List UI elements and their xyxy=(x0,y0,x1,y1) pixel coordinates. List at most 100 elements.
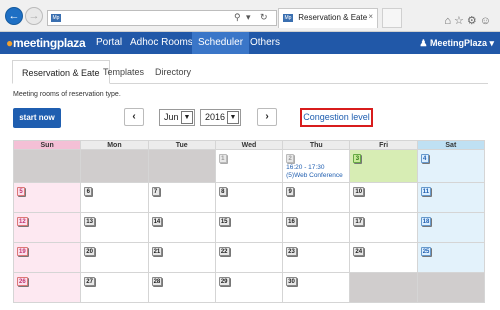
address-bar[interactable]: Mp ⚲ ▾ ↻ xyxy=(47,10,277,26)
day-number: 5 xyxy=(17,187,25,196)
close-tab-icon[interactable]: × xyxy=(368,12,373,21)
caret-down-icon: ▾ xyxy=(489,38,494,48)
tab-templates[interactable]: Templates xyxy=(94,60,153,84)
calendar-cell-empty xyxy=(147,149,216,183)
calendar-cell[interactable]: 20 xyxy=(80,242,149,273)
day-number: 15 xyxy=(218,217,230,226)
calendar-cell[interactable]: 30 xyxy=(282,272,351,303)
day-number: 20 xyxy=(84,247,95,256)
day-number: 1 xyxy=(218,154,227,163)
day-number: 26 xyxy=(17,277,28,286)
app-logo[interactable]: ●meetingplaza xyxy=(6,36,86,50)
day-number: 13 xyxy=(84,217,95,226)
calendar-cell[interactable]: 5 xyxy=(12,182,82,213)
browser-toolbar-icons[interactable]: ⌂☆⚙☺ xyxy=(444,14,494,27)
calendar-cell[interactable]: 4 xyxy=(416,149,486,183)
calendar-cell[interactable]: 2 16:20 - 17:30 (5)Web Conference xyxy=(282,149,351,183)
calendar-cell[interactable]: 25 xyxy=(416,242,486,273)
weekday-header: Mon xyxy=(80,140,149,150)
calendar-cell[interactable]: 19 xyxy=(12,242,82,273)
calendar-cell[interactable]: 11 xyxy=(416,182,486,213)
weekday-header: Fri xyxy=(349,140,418,150)
weekday-header: Sat xyxy=(416,140,486,150)
search-icon[interactable]: ⚲ xyxy=(234,12,241,23)
calendar-cell[interactable]: 29 xyxy=(214,272,284,303)
calendar-cell[interactable]: 24 xyxy=(349,242,418,273)
browser-tab[interactable]: Mp Reservation & Eate × xyxy=(278,8,378,28)
user-icon: ♟ xyxy=(419,38,428,48)
day-number: 4 xyxy=(420,154,429,163)
calendar-cell[interactable]: 17 xyxy=(349,212,418,243)
calendar-cell[interactable]: 14 xyxy=(147,212,216,243)
calendar-cell[interactable]: 9 xyxy=(282,182,351,213)
day-number: 23 xyxy=(286,247,297,256)
day-number: 7 xyxy=(151,187,160,196)
tab-favicon-icon: Mp xyxy=(283,13,293,22)
calendar-cell[interactable]: 23 xyxy=(282,242,351,273)
year-select[interactable]: 2016 ▼ xyxy=(200,109,241,126)
calendar-cell[interactable]: 16 xyxy=(282,212,351,243)
day-number: 8 xyxy=(218,187,227,196)
day-number: 2 xyxy=(286,154,295,163)
day-number: 22 xyxy=(218,247,230,256)
day-number: 12 xyxy=(17,217,28,226)
calendar-cell[interactable]: 12 xyxy=(12,212,82,243)
subtab-bar: Reservation & Eate Templates Directory xyxy=(12,60,488,84)
chevron-down-icon: ▼ xyxy=(227,111,239,124)
menu-others[interactable]: Others xyxy=(244,32,286,54)
calendar-cell-empty xyxy=(349,272,418,303)
day-number: 14 xyxy=(151,217,163,226)
calendar-cell-empty xyxy=(12,149,82,183)
page-description: Meeting rooms of reservation type. xyxy=(13,91,121,98)
site-favicon-icon: Mp xyxy=(51,14,61,22)
day-number: 25 xyxy=(420,247,432,256)
event-entry[interactable]: 16:20 - 17:30 (5)Web Conference xyxy=(286,164,346,180)
next-month-button[interactable]: › xyxy=(257,108,277,126)
calendar-grid: Sun Mon Tue Wed Thu Fri Sat 1 2 16:20 - 1… xyxy=(12,140,486,303)
calendar-cell[interactable]: 26 xyxy=(12,272,82,303)
forward-icon[interactable]: → xyxy=(25,7,43,25)
calendar-cell[interactable]: 21 xyxy=(147,242,216,273)
calendar-cell-today[interactable]: 3 xyxy=(349,149,418,183)
chevron-down-icon[interactable]: ▾ xyxy=(246,12,251,23)
menu-portal[interactable]: Portal xyxy=(90,32,128,54)
month-select[interactable]: Jun ▼ xyxy=(159,109,195,126)
refresh-icon[interactable]: ↻ xyxy=(260,12,268,23)
calendar-cell[interactable]: 6 xyxy=(80,182,149,213)
app-navbar: ●meetingplaza Portal Adhoc Rooms Schedul… xyxy=(0,32,500,54)
chevron-down-icon: ▼ xyxy=(181,111,193,124)
calendar-cell[interactable]: 8 xyxy=(214,182,284,213)
weekday-header: Sun xyxy=(12,140,82,150)
start-now-button[interactable]: start now xyxy=(13,108,61,128)
day-number: 21 xyxy=(151,247,163,256)
calendar-cell-empty xyxy=(80,149,149,183)
tab-directory[interactable]: Directory xyxy=(146,60,200,84)
calendar-cell[interactable]: 22 xyxy=(214,242,284,273)
day-number: 24 xyxy=(353,247,365,256)
new-tab-button[interactable] xyxy=(382,8,402,28)
user-menu[interactable]: ♟ MeetingPlaza ▾ xyxy=(419,32,494,54)
prev-month-button[interactable]: ‹ xyxy=(124,108,144,126)
day-number: 29 xyxy=(218,277,230,286)
calendar-cell[interactable]: 27 xyxy=(80,272,149,303)
day-number: 18 xyxy=(420,217,432,226)
menu-scheduler[interactable]: Scheduler xyxy=(192,32,250,54)
back-icon[interactable]: ← xyxy=(5,7,23,25)
day-number: 27 xyxy=(84,277,95,286)
weekday-header: Wed xyxy=(214,140,284,150)
calendar-cell-empty xyxy=(416,272,486,303)
calendar-cell[interactable]: 18 xyxy=(416,212,486,243)
calendar-cell[interactable]: 15 xyxy=(214,212,284,243)
menu-adhoc-rooms[interactable]: Adhoc Rooms xyxy=(124,32,199,54)
calendar-cell[interactable]: 7 xyxy=(147,182,216,213)
tab-title: Reservation & Eate xyxy=(298,13,368,22)
calendar-cell[interactable]: 10 xyxy=(349,182,418,213)
calendar-cell[interactable]: 1 xyxy=(214,149,284,183)
day-number: 28 xyxy=(151,277,163,286)
day-number: 3 xyxy=(353,154,362,163)
calendar-cell[interactable]: 28 xyxy=(147,272,216,303)
day-number: 17 xyxy=(353,217,365,226)
day-number: 19 xyxy=(17,247,28,256)
calendar-cell[interactable]: 13 xyxy=(80,212,149,243)
congestion-level-link[interactable]: Congestion level xyxy=(300,108,373,127)
